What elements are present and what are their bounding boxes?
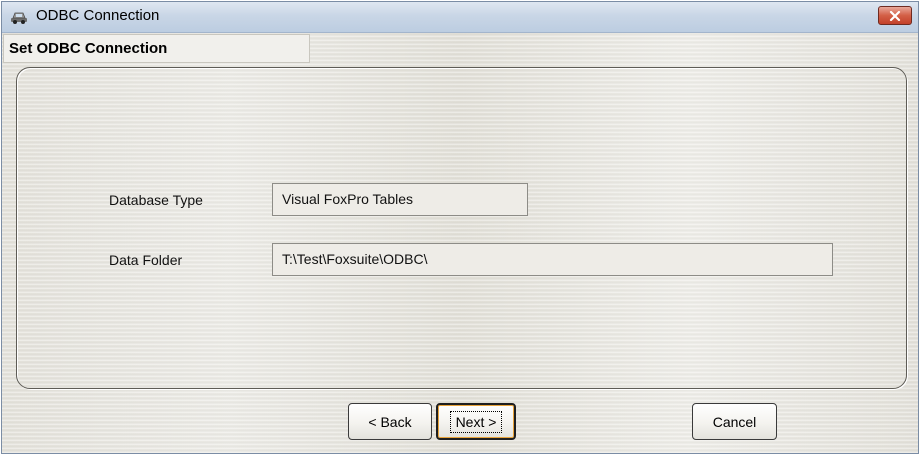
back-button[interactable]: < Back (348, 403, 432, 440)
data-folder-label: Data Folder (109, 252, 183, 268)
database-type-field[interactable]: Visual FoxPro Tables (272, 183, 528, 216)
title-bar[interactable]: ODBC Connection (2, 2, 918, 33)
next-button[interactable]: Next > (436, 403, 516, 440)
section-title: Set ODBC Connection (9, 40, 168, 57)
cancel-button[interactable]: Cancel (692, 403, 777, 440)
close-button[interactable] (878, 6, 912, 25)
connection-group-panel (16, 67, 907, 389)
window-title: ODBC Connection (36, 7, 160, 24)
data-folder-field[interactable]: T:\Test\Foxsuite\ODBC\ (272, 243, 833, 276)
dialog-body: Set ODBC Connection Database Type Visual… (2, 33, 918, 453)
section-header: Set ODBC Connection (3, 34, 310, 63)
close-icon (889, 6, 901, 25)
next-button-label: Next > (449, 410, 503, 433)
database-type-label: Database Type (109, 192, 203, 208)
odbc-connection-window: ODBC Connection Set ODBC Connection Data… (1, 1, 919, 454)
odbc-car-icon (10, 9, 28, 25)
